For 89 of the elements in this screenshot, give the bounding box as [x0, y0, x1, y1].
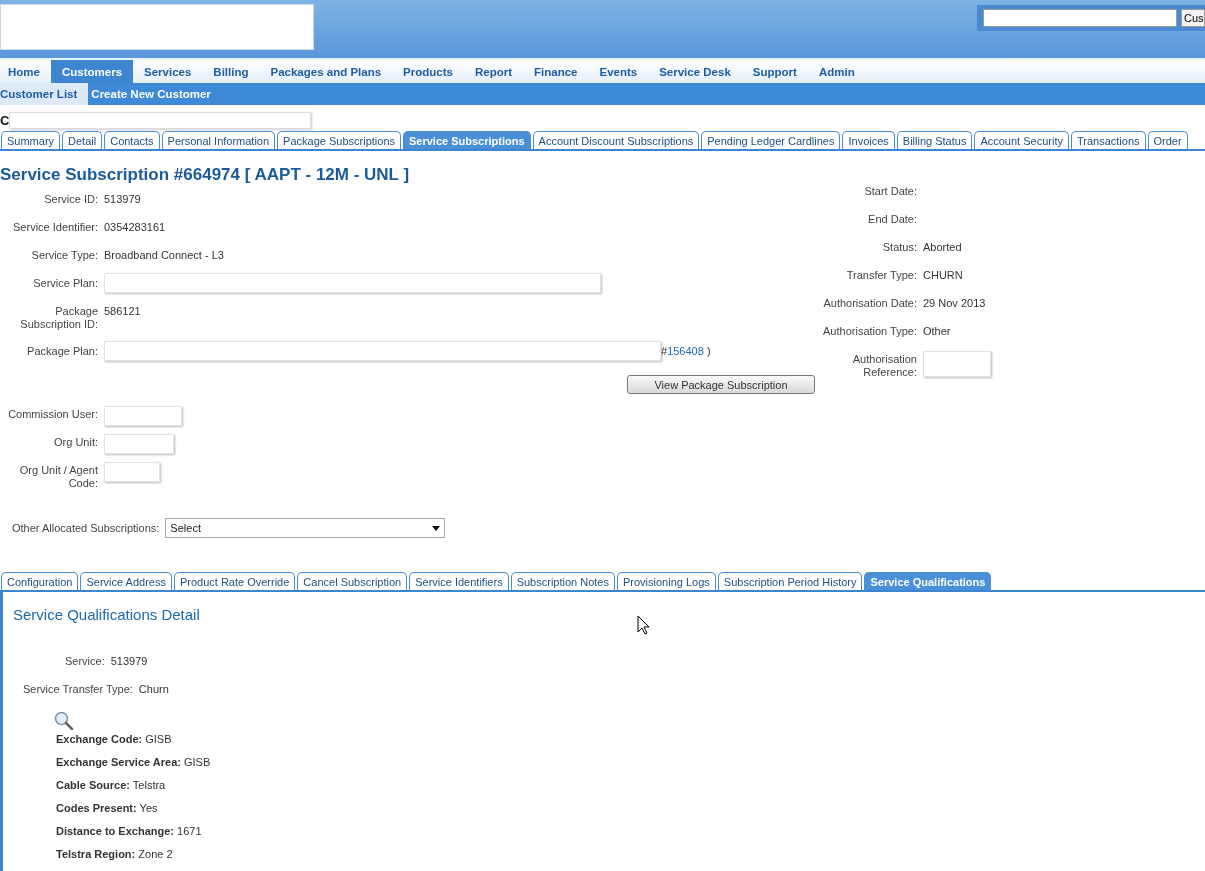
qualification-detail: Distance to Exchange: 1671: [55, 825, 203, 839]
customer-field[interactable]: [9, 111, 312, 129]
tab[interactable]: Configuration: [1, 572, 79, 590]
field-value: Broadband Connect - L3: [104, 249, 225, 262]
text-input[interactable]: [104, 273, 601, 293]
field-label: Service Plan:: [32, 277, 98, 290]
link-prefix: #: [661, 345, 668, 358]
qualification-detail: Cable Source: Telstra: [55, 779, 167, 793]
tab[interactable]: Product Rate Override: [173, 572, 296, 590]
page-title: Service Subscription #664974 [ AAPT - 12M - UNL ]: [0, 165, 411, 185]
text-input[interactable]: [104, 462, 160, 482]
field-value: 29 Nov 2013: [923, 297, 987, 310]
tab[interactable]: Package Subscriptions: [277, 131, 401, 149]
tab[interactable]: Order: [1147, 131, 1188, 149]
field-label: Package Subscription ID:: [19, 305, 98, 331]
nav-item[interactable]: Home: [0, 60, 51, 83]
tab[interactable]: Personal Information: [161, 131, 276, 149]
qualification-detail: Exchange Service Area: GISB: [55, 756, 212, 770]
field-label: Transfer Type:: [845, 269, 917, 282]
field-value: 586121: [104, 305, 142, 318]
field-label: Authorisation Reference:: [851, 353, 917, 379]
field-value: 513979: [104, 193, 142, 206]
field-label: Org Unit / Agent Code:: [18, 464, 98, 490]
tab[interactable]: Account Discount Subscriptions: [532, 131, 700, 149]
nav-item[interactable]: Service Desk: [648, 60, 742, 83]
field-value: Churn: [138, 683, 169, 697]
field-label: Authorisation Date:: [822, 297, 917, 310]
nav-item[interactable]: Customers: [50, 60, 134, 83]
tab[interactable]: Pending Ledger Cardlines: [701, 131, 841, 149]
tab[interactable]: Transactions: [1070, 131, 1146, 149]
field-value: Other: [923, 325, 952, 338]
nav-item[interactable]: Events: [588, 60, 649, 83]
field-value: 0354283161: [104, 221, 167, 234]
text-input[interactable]: [923, 351, 991, 377]
nav-item[interactable]: Packages and Plans: [259, 60, 393, 83]
tab[interactable]: Summary: [1, 131, 61, 149]
tab[interactable]: Service Address: [80, 572, 172, 590]
nav-item[interactable]: Billing: [202, 60, 260, 83]
package-link[interactable]: 156408: [667, 345, 704, 357]
qualification-detail: Codes Present: Yes: [55, 802, 159, 816]
subscriptions-dropdown[interactable]: Select: [165, 518, 446, 538]
mouse-cursor-icon: [637, 615, 650, 635]
view-package-button[interactable]: View Package Subscription: [627, 375, 815, 394]
nav-item[interactable]: Finance: [523, 60, 589, 83]
nav-item[interactable]: Products: [392, 60, 464, 83]
dropdown-caret-icon: [432, 525, 441, 531]
tab[interactable]: Invoices: [842, 131, 895, 149]
nav-item[interactable]: Services: [133, 60, 203, 83]
field-label: Other Allocated Subscriptions:: [12, 521, 160, 535]
field-value: CHURN: [923, 269, 964, 282]
nav-item[interactable]: Support: [741, 60, 808, 83]
sub-nav-item[interactable]: Customer List: [0, 83, 89, 105]
tab[interactable]: Subscription Period History: [717, 572, 863, 590]
field-label: Authorisation Type:: [822, 325, 917, 338]
search-button[interactable]: Cus: [1181, 9, 1205, 27]
link-suffix: ): [705, 345, 711, 358]
customer-label: C: [0, 112, 10, 128]
tab[interactable]: Account Security: [974, 131, 1069, 149]
tab[interactable]: Provisioning Logs: [616, 572, 716, 590]
field-label: Start Date:: [863, 185, 917, 198]
tab[interactable]: Detail: [62, 131, 103, 149]
qualification-detail: Telstra Region: Zone 2: [55, 848, 174, 862]
nav-item[interactable]: Admin: [807, 60, 866, 83]
search-field[interactable]: [983, 9, 1177, 27]
field-label: Org Unit:: [53, 436, 98, 449]
field-label: Service:: [65, 655, 105, 669]
sub-nav-item[interactable]: Create New Customer: [88, 83, 222, 105]
field-label: Package Plan:: [26, 345, 98, 358]
text-input[interactable]: [104, 434, 174, 454]
search-icon[interactable]: [54, 711, 74, 730]
field-value: 513979: [110, 655, 148, 669]
tab[interactable]: Contacts: [104, 131, 160, 149]
field-value: Aborted: [923, 241, 963, 254]
nav-item[interactable]: Report: [463, 60, 523, 83]
field-label: Service ID:: [43, 193, 98, 206]
text-input[interactable]: [104, 341, 661, 361]
tab[interactable]: Service Identifiers: [409, 572, 509, 590]
tab[interactable]: Subscription Notes: [510, 572, 615, 590]
field-label: Service Identifier:: [12, 221, 98, 234]
field-label: End Date:: [867, 213, 917, 226]
qualification-detail: Exchange Code: GISB: [55, 733, 173, 747]
tab[interactable]: Billing Status: [896, 131, 973, 149]
field-label: Commission User:: [7, 408, 98, 421]
field-label: Service Transfer Type:: [23, 683, 133, 697]
field-label: Status:: [881, 241, 917, 254]
panel-title: Service Qualifications Detail: [13, 606, 200, 623]
field-label: Service Type:: [30, 249, 98, 262]
text-input[interactable]: [104, 406, 182, 426]
tab[interactable]: Cancel Subscription: [297, 572, 408, 590]
